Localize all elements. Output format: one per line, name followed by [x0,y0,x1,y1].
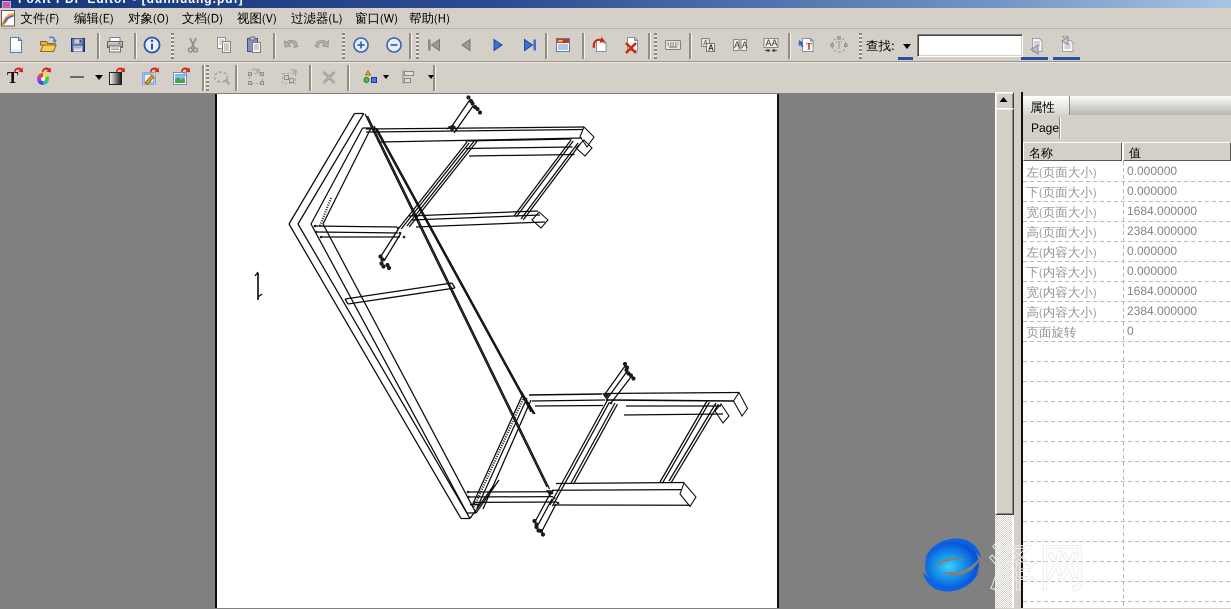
svg-text:T: T [836,41,842,52]
svg-text:T: T [806,42,812,52]
svg-text:T: T [7,68,19,87]
svg-text:A: A [734,40,740,50]
svg-text:A: A [742,40,748,50]
svg-text:A: A [708,44,714,53]
svg-text:AA: AA [766,38,778,48]
